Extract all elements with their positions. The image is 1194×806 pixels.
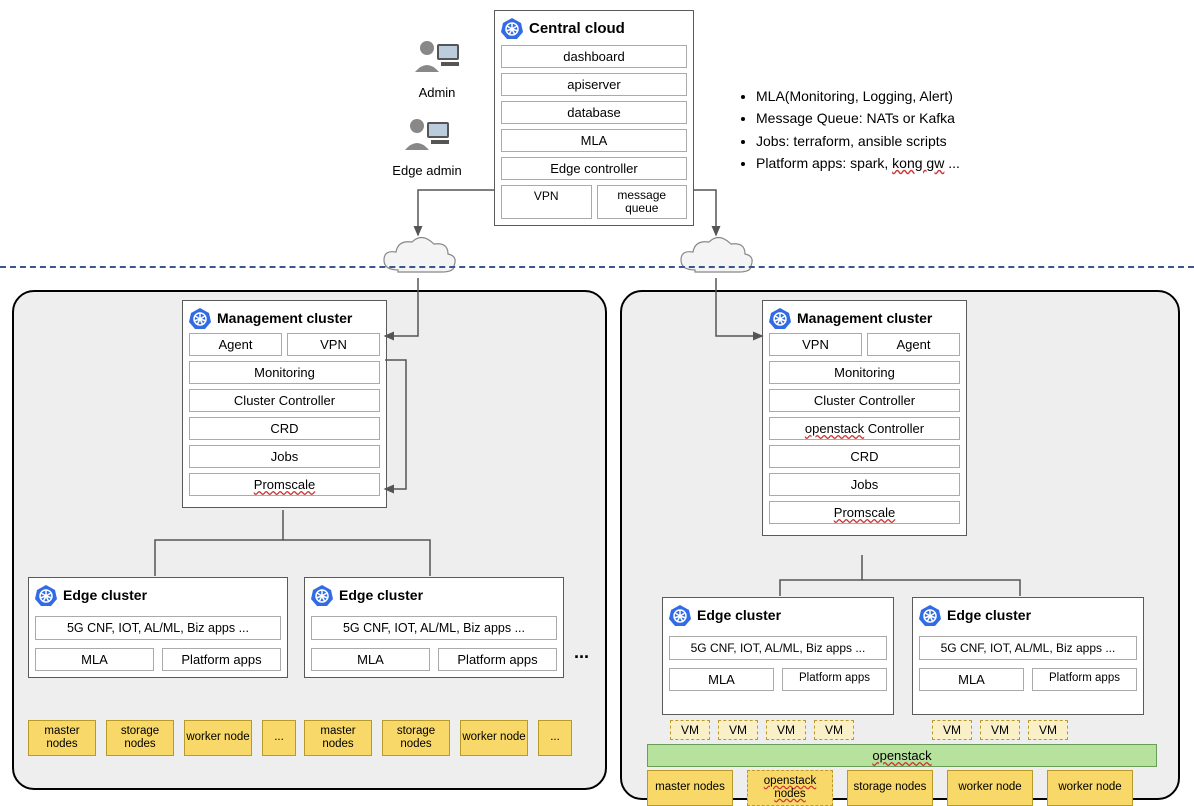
edge-cluster-r2: Edge cluster 5G CNF, IOT, AL/ML, Biz app… [912, 597, 1144, 715]
mgmt-cluster-left: Management cluster Agent VPN Monitoring … [182, 300, 387, 508]
central-database: database [501, 101, 687, 124]
cloud-icon [378, 232, 458, 283]
mgmt-right-crd: CRD [769, 445, 960, 468]
bullet-mla: MLA(Monitoring, Logging, Alert) [756, 85, 1158, 107]
admin-actor: Admin [402, 34, 472, 100]
region-right: Management cluster VPN Agent Monitoring … [620, 290, 1180, 800]
central-vpn: VPN [501, 185, 592, 219]
legend-bullets: MLA(Monitoring, Logging, Alert) Message … [738, 85, 1158, 175]
mgmt-right-agent: Agent [867, 333, 960, 356]
central-dashboard: dashboard [501, 45, 687, 68]
region-left: Management cluster Agent VPN Monitoring … [12, 290, 607, 790]
central-mla: MLA [501, 129, 687, 152]
k8s-icon [769, 307, 791, 329]
mgmt-left-crd: CRD [189, 417, 380, 440]
mgmt-left-jobs: Jobs [189, 445, 380, 468]
edge-admin-label: Edge admin [392, 163, 462, 178]
k8s-icon [669, 604, 691, 626]
central-edge-ctrl: Edge controller [501, 157, 687, 180]
vm-row-r2: VM VM VM [932, 720, 1068, 740]
k8s-icon [501, 17, 523, 39]
mgmt-right-jobs: Jobs [769, 473, 960, 496]
ellipsis: ... [574, 642, 589, 663]
bullet-platform: Platform apps: spark, kong gw ... [756, 152, 1158, 174]
mgmt-cluster-right: Management cluster VPN Agent Monitoring … [762, 300, 967, 536]
central-apiserver: apiserver [501, 73, 687, 96]
mgmt-left-title: Management cluster [217, 310, 352, 326]
mgmt-right-vpn: VPN [769, 333, 862, 356]
bullet-mq: Message Queue: NATs or Kafka [756, 107, 1158, 129]
edge-admin-actor: Edge admin [392, 112, 462, 178]
k8s-icon [311, 584, 333, 606]
openstack-bar: openstack [647, 744, 1157, 767]
nodes-row-l1: master nodes storage nodes worker node .… [28, 720, 296, 756]
k8s-icon [189, 307, 211, 329]
admin-label: Admin [402, 85, 472, 100]
nodes-row-r: master nodes openstack nodes storage nod… [647, 770, 1133, 806]
mgmt-left-cc: Cluster Controller [189, 389, 380, 412]
k8s-icon [919, 604, 941, 626]
cloud-icon [675, 232, 755, 283]
mgmt-left-promscale: Promscale [189, 473, 380, 496]
mgmt-right-title: Management cluster [797, 310, 932, 326]
central-mq: message queue [597, 185, 688, 219]
edge-cluster-r1: Edge cluster 5G CNF, IOT, AL/ML, Biz app… [662, 597, 894, 715]
bullet-jobs: Jobs: terraform, ansible scripts [756, 130, 1158, 152]
central-cloud: Central cloud dashboard apiserver databa… [494, 10, 694, 226]
mgmt-left-agent: Agent [189, 333, 282, 356]
mgmt-left-vpn: VPN [287, 333, 380, 356]
edge-cluster-l1: Edge cluster 5G CNF, IOT, AL/ML, Biz app… [28, 577, 288, 678]
boundary-divider [0, 266, 1194, 268]
nodes-row-l2: master nodes storage nodes worker node .… [304, 720, 572, 756]
mgmt-right-cc: Cluster Controller [769, 389, 960, 412]
edge-cluster-l2: Edge cluster 5G CNF, IOT, AL/ML, Biz app… [304, 577, 564, 678]
mgmt-right-monitoring: Monitoring [769, 361, 960, 384]
mgmt-right-promscale: Promscale [769, 501, 960, 524]
k8s-icon [35, 584, 57, 606]
vm-row-r1: VM VM VM VM [670, 720, 854, 740]
mgmt-right-osctrl: openstack Controller [769, 417, 960, 440]
central-title: Central cloud [529, 20, 625, 37]
mgmt-left-monitoring: Monitoring [189, 361, 380, 384]
